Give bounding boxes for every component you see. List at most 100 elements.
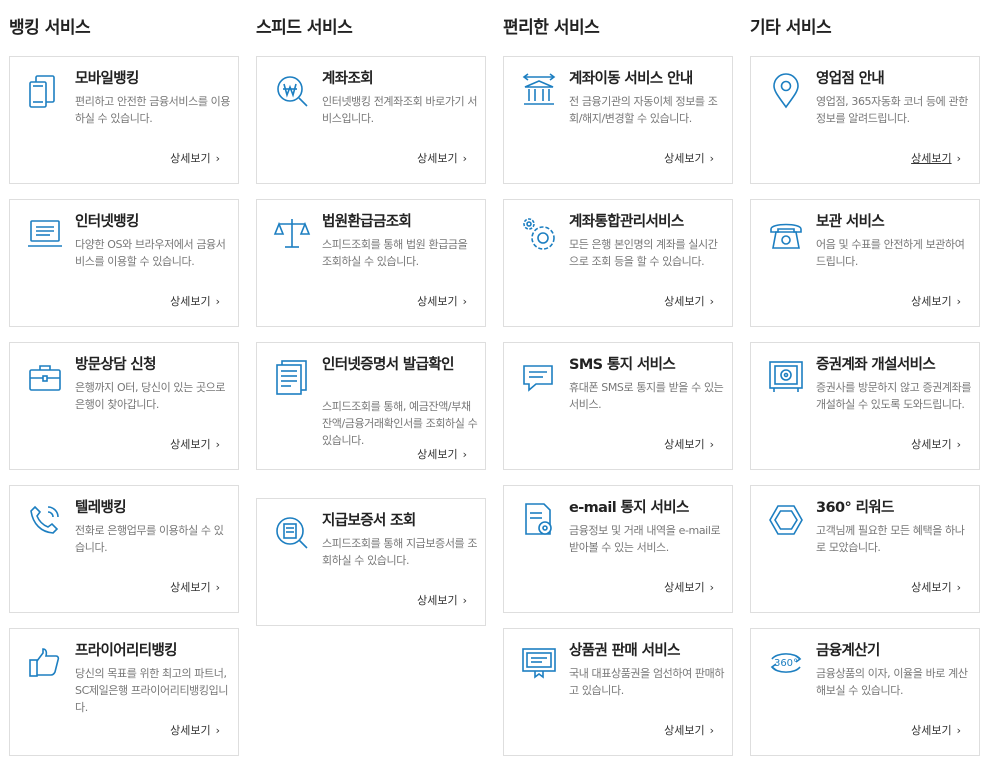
more-link[interactable]: 상세보기 › <box>911 722 961 738</box>
card-title: 계좌조회 <box>322 71 374 87</box>
mobile-icon <box>26 72 64 110</box>
chevron-right-icon: › <box>709 295 714 308</box>
card-title: 텔레뱅킹 <box>75 500 127 516</box>
more-link[interactable]: 상세보기 › <box>911 436 961 452</box>
card-title: 프라이어리티뱅킹 <box>75 643 178 659</box>
more-link[interactable]: 상세보기 › <box>170 722 220 738</box>
card-title: 영업점 안내 <box>816 71 885 87</box>
card-certificate-verify[interactable]: 인터넷증명서 발급확인 스피드조회를 통해, 예금잔액/부채잔액/금융거래확인서… <box>256 342 486 470</box>
card-description: 스피드조회를 통해, 예금잔액/부채잔액/금융거래확인서를 조회하실 수 있습니… <box>322 400 478 447</box>
card-mobile-banking[interactable]: 모바일뱅킹 편리하고 안전한 금융서비스를 이용하실 수 있습니다. 상세보기 › <box>9 56 239 184</box>
card-payment-guarantee[interactable]: 지급보증서 조회 스피드조회를 통해 지급보증서를 조회하실 수 있습니다. 상… <box>256 498 486 626</box>
card-title: 계좌통합관리서비스 <box>569 214 684 230</box>
briefcase-icon <box>26 358 64 396</box>
card-description: 모든 은행 본인명의 계좌를 실시간으로 조회 등을 할 수 있습니다. <box>569 238 718 268</box>
more-link[interactable]: 상세보기 › <box>664 722 714 738</box>
card-description: 전화로 은행업무를 이용하실 수 있습니다. <box>75 524 224 554</box>
card-visit-consulting[interactable]: 방문상담 신청 은행까지 O터, 당신이 있는 곳으로 은행이 찾아갑니다. 상… <box>9 342 239 470</box>
location-pin-icon <box>767 72 805 110</box>
card-sms-notification[interactable]: SMS 통지 서비스 휴대폰 SMS로 통지를 받을 수 있는 서비스. 상세보… <box>503 342 733 470</box>
card-account-inquiry[interactable]: 계좌조회 인터넷뱅킹 전계좌조회 바로가기 서비스입니다. 상세보기 › <box>256 56 486 184</box>
card-description: 다양한 OS와 브라우저에서 금융서비스를 이용할 수 있습니다. <box>75 238 226 268</box>
card-description: 금융정보 및 거래 내역을 e-mail로 받아볼 수 있는 서비스. <box>569 524 721 554</box>
card-gift-voucher[interactable]: 상품권 판매 서비스 국내 대표상품권을 엄선하여 판매하고 있습니다. 상세보… <box>503 628 733 756</box>
more-link[interactable]: 상세보기 › <box>911 150 961 166</box>
chevron-right-icon: › <box>462 295 467 308</box>
gears-icon <box>520 215 558 253</box>
more-link[interactable]: 상세보기 › <box>664 293 714 309</box>
column-title: 기타 서비스 <box>750 18 832 38</box>
chevron-right-icon: › <box>956 295 961 308</box>
won-search-icon <box>273 72 311 110</box>
card-title: 방문상담 신청 <box>75 357 156 373</box>
more-link[interactable]: 상세보기 › <box>417 150 467 166</box>
chevron-right-icon: › <box>709 152 714 165</box>
more-link[interactable]: 상세보기 › <box>170 436 220 452</box>
card-description: 당신의 목표를 위한 최고의 파트너, SC제일은행 프라이어리티뱅킹입니다. <box>75 667 229 714</box>
card-telebanking[interactable]: 텔레뱅킹 전화로 은행업무를 이용하실 수 있습니다. 상세보기 › <box>9 485 239 613</box>
card-title: 증권계좌 개설서비스 <box>816 357 936 373</box>
card-title: e-mail 통지 서비스 <box>569 500 689 516</box>
safe-icon <box>767 358 805 396</box>
card-integrated-account[interactable]: 계좌통합관리서비스 모든 은행 본인명의 계좌를 실시간으로 조회 등을 할 수… <box>503 199 733 327</box>
chevron-right-icon: › <box>215 152 220 165</box>
chevron-right-icon: › <box>956 724 961 737</box>
card-description: 전 금융기관의 자동이체 정보를 조회/해지/변경할 수 있습니다. <box>569 95 718 125</box>
telephone-icon <box>767 215 805 253</box>
doc-search-icon <box>273 514 311 552</box>
email-doc-icon <box>520 501 558 539</box>
document-icon <box>273 358 311 396</box>
card-account-transfer[interactable]: 계좌이동 서비스 안내 전 금융기관의 자동이체 정보를 조회/해지/변경할 수… <box>503 56 733 184</box>
scale-icon <box>273 215 311 253</box>
more-link[interactable]: 상세보기 › <box>417 592 467 608</box>
more-link[interactable]: 상세보기 › <box>664 150 714 166</box>
card-title: 모바일뱅킹 <box>75 71 139 87</box>
card-description: 금융상품의 이자, 이율을 바로 계산해보실 수 있습니다. <box>816 667 968 697</box>
more-link[interactable]: 상세보기 › <box>417 446 467 462</box>
more-link[interactable]: 상세보기 › <box>417 293 467 309</box>
card-title: 지급보증서 조회 <box>322 513 416 529</box>
card-title: 금융계산기 <box>816 643 880 659</box>
card-description: 휴대폰 SMS로 통지를 받을 수 있는 서비스. <box>569 381 724 411</box>
column-title: 스피드 서비스 <box>256 18 353 38</box>
card-description: 영업점, 365자동화 코너 등에 관한 정보를 알려드립니다. <box>816 95 968 125</box>
chevron-right-icon: › <box>462 448 467 461</box>
card-description: 은행까지 O터, 당신이 있는 곳으로 은행이 찾아갑니다. <box>75 381 226 411</box>
card-title: 보관 서비스 <box>816 214 885 230</box>
more-link[interactable]: 상세보기 › <box>911 579 961 595</box>
card-branch-info[interactable]: 영업점 안내 영업점, 365자동화 코너 등에 관한 정보를 알려드립니다. … <box>750 56 980 184</box>
card-internet-banking[interactable]: 인터넷뱅킹 다양한 OS와 브라우저에서 금융서비스를 이용할 수 있습니다. … <box>9 199 239 327</box>
card-description: 어음 및 수표를 안전하게 보관하여 드립니다. <box>816 238 965 268</box>
card-title: 360° 리워드 <box>816 500 894 516</box>
rotate-360-icon: 360° <box>767 644 805 682</box>
more-link[interactable]: 상세보기 › <box>170 150 220 166</box>
svg-text:360°: 360° <box>774 658 798 669</box>
card-description: 고객님께 필요한 모든 혜택을 하나로 모았습니다. <box>816 524 965 554</box>
chevron-right-icon: › <box>956 438 961 451</box>
chevron-right-icon: › <box>215 295 220 308</box>
chevron-right-icon: › <box>956 581 961 594</box>
card-financial-calculator[interactable]: 360° 금융계산기 금융상품의 이자, 이율을 바로 계산해보실 수 있습니다… <box>750 628 980 756</box>
column-title: 편리한 서비스 <box>503 18 600 38</box>
card-custody-service[interactable]: 보관 서비스 어음 및 수표를 안전하게 보관하여 드립니다. 상세보기 › <box>750 199 980 327</box>
more-link[interactable]: 상세보기 › <box>170 579 220 595</box>
more-link[interactable]: 상세보기 › <box>664 436 714 452</box>
chevron-right-icon: › <box>709 581 714 594</box>
more-link[interactable]: 상세보기 › <box>664 579 714 595</box>
card-description: 증권사를 방문하지 않고 증권계좌를 개설하실 수 있도록 도와드립니다. <box>816 381 972 411</box>
card-title: 상품권 판매 서비스 <box>569 643 680 659</box>
chevron-right-icon: › <box>215 724 220 737</box>
card-360-reward[interactable]: 360° 리워드 고객님께 필요한 모든 혜택을 하나로 모았습니다. 상세보기… <box>750 485 980 613</box>
card-email-notification[interactable]: e-mail 통지 서비스 금융정보 및 거래 내역을 e-mail로 받아볼 … <box>503 485 733 613</box>
thumbs-up-icon <box>26 644 64 682</box>
card-priority-banking[interactable]: 프라이어리티뱅킹 당신의 목표를 위한 최고의 파트너, SC제일은행 프라이어… <box>9 628 239 756</box>
card-securities-account[interactable]: 증권계좌 개설서비스 증권사를 방문하지 않고 증권계좌를 개설하실 수 있도록… <box>750 342 980 470</box>
chevron-right-icon: › <box>462 152 467 165</box>
chevron-right-icon: › <box>462 594 467 607</box>
more-link[interactable]: 상세보기 › <box>170 293 220 309</box>
bank-transfer-icon <box>520 72 558 110</box>
more-link[interactable]: 상세보기 › <box>911 293 961 309</box>
card-court-refund[interactable]: 법원환급금조회 스피드조회를 통해 법원 환급금을 조회하실 수 있습니다. 상… <box>256 199 486 327</box>
laptop-icon <box>26 215 64 253</box>
card-title: 계좌이동 서비스 안내 <box>569 71 693 87</box>
